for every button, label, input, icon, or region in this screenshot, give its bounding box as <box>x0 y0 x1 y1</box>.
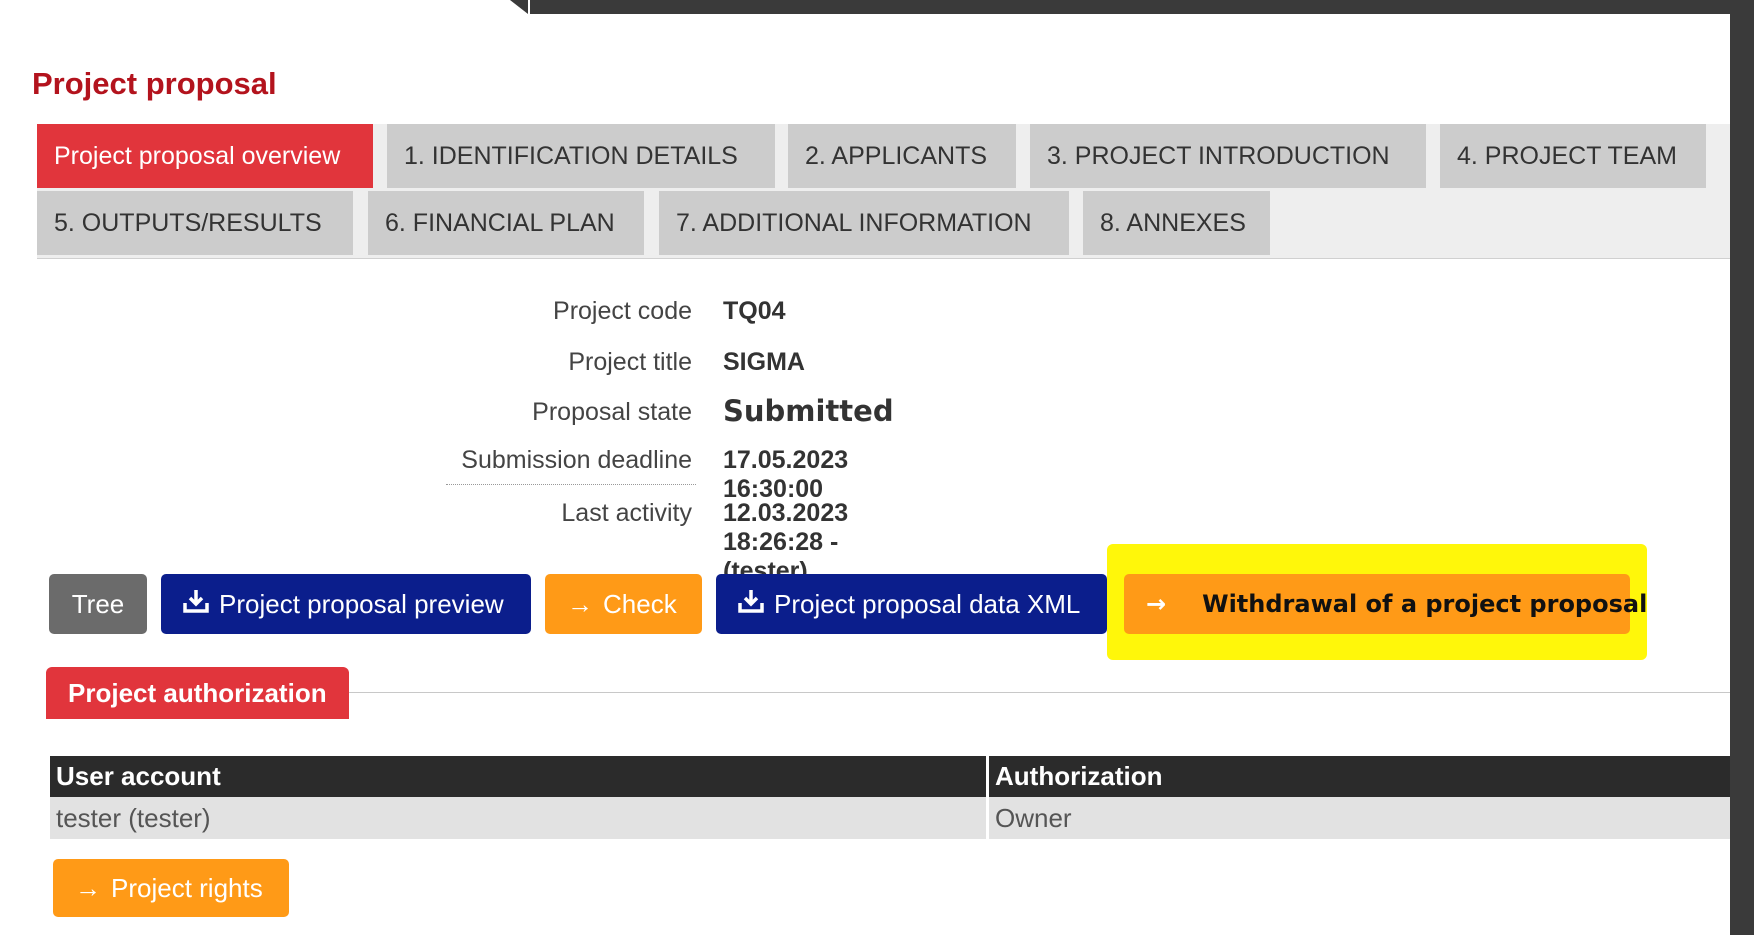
project-proposal-preview-button[interactable]: Project proposal preview <box>161 574 531 634</box>
column-header-user-account: User account <box>50 756 989 797</box>
tab-additional-information[interactable]: 7. ADDITIONAL INFORMATION <box>659 191 1069 255</box>
column-header-authorization: Authorization <box>987 756 1730 797</box>
arrow-right-icon: → <box>75 873 101 903</box>
check-button[interactable]: → Check <box>545 574 702 634</box>
authorization-table: User account Authorization tester (teste… <box>50 756 1730 839</box>
tab-project-team[interactable]: 4. PROJECT TEAM <box>1440 124 1706 188</box>
arrow-right-icon: → <box>1146 590 1167 618</box>
tab-financial-plan[interactable]: 6. FINANCIAL PLAN <box>368 191 644 255</box>
table-row: tester (tester) Owner <box>50 797 1730 839</box>
tree-button[interactable]: Tree <box>49 574 147 634</box>
last-activity-label: Last activity <box>561 499 692 527</box>
tab-applicants[interactable]: 2. APPLICANTS <box>788 124 1016 188</box>
tab-annexes[interactable]: 8. ANNEXES <box>1083 191 1270 255</box>
submission-deadline-label: Submission deadline <box>461 446 692 474</box>
top-band-wedge <box>510 0 528 14</box>
withdrawal-label: Withdrawal of a project proposal <box>1202 590 1648 618</box>
tab-project-introduction[interactable]: 3. PROJECT INTRODUCTION <box>1030 124 1426 188</box>
withdrawal-button[interactable]: → Withdrawal of a project proposal <box>1124 574 1647 634</box>
download-icon <box>738 574 764 634</box>
project-rights-button[interactable]: → Project rights <box>53 859 289 917</box>
download-icon <box>183 574 209 634</box>
top-band <box>0 0 530 14</box>
data-xml-label: Project proposal data XML <box>774 589 1081 619</box>
user-account-cell: tester (tester) <box>50 797 989 839</box>
tab-project-proposal-overview[interactable]: Project proposal overview <box>37 124 373 188</box>
authorization-cell: Owner <box>987 797 1730 839</box>
last-activity-value: 12.03.2023 18:26:28 - (tester) <box>723 499 849 585</box>
tab-identification-details[interactable]: 1. IDENTIFICATION DETAILS <box>387 124 775 188</box>
tab-outputs-results[interactable]: 5. OUTPUTS/RESULTS <box>37 191 353 255</box>
project-title-label: Project title <box>568 348 692 376</box>
project-proposal-data-xml-button[interactable]: Project proposal data XML <box>716 574 1107 634</box>
proposal-state-value: Submitted <box>723 394 894 428</box>
project-title-value: SIGMA <box>723 348 805 376</box>
section-divider <box>328 692 1730 693</box>
arrow-right-icon: → <box>567 589 593 619</box>
right-edge-shadow <box>1730 0 1754 921</box>
page-title: Project proposal <box>32 66 277 101</box>
preview-label: Project proposal preview <box>219 589 504 619</box>
proposal-state-label: Proposal state <box>532 398 692 426</box>
check-label: Check <box>603 589 677 619</box>
deadline-underline <box>446 484 696 485</box>
project-code-value: TQ04 <box>723 297 786 325</box>
submission-deadline-value: 17.05.2023 16:30:00 <box>723 446 849 503</box>
project-authorization-heading: Project authorization <box>46 667 349 719</box>
project-code-label: Project code <box>553 297 692 325</box>
project-rights-label: Project rights <box>111 873 263 903</box>
